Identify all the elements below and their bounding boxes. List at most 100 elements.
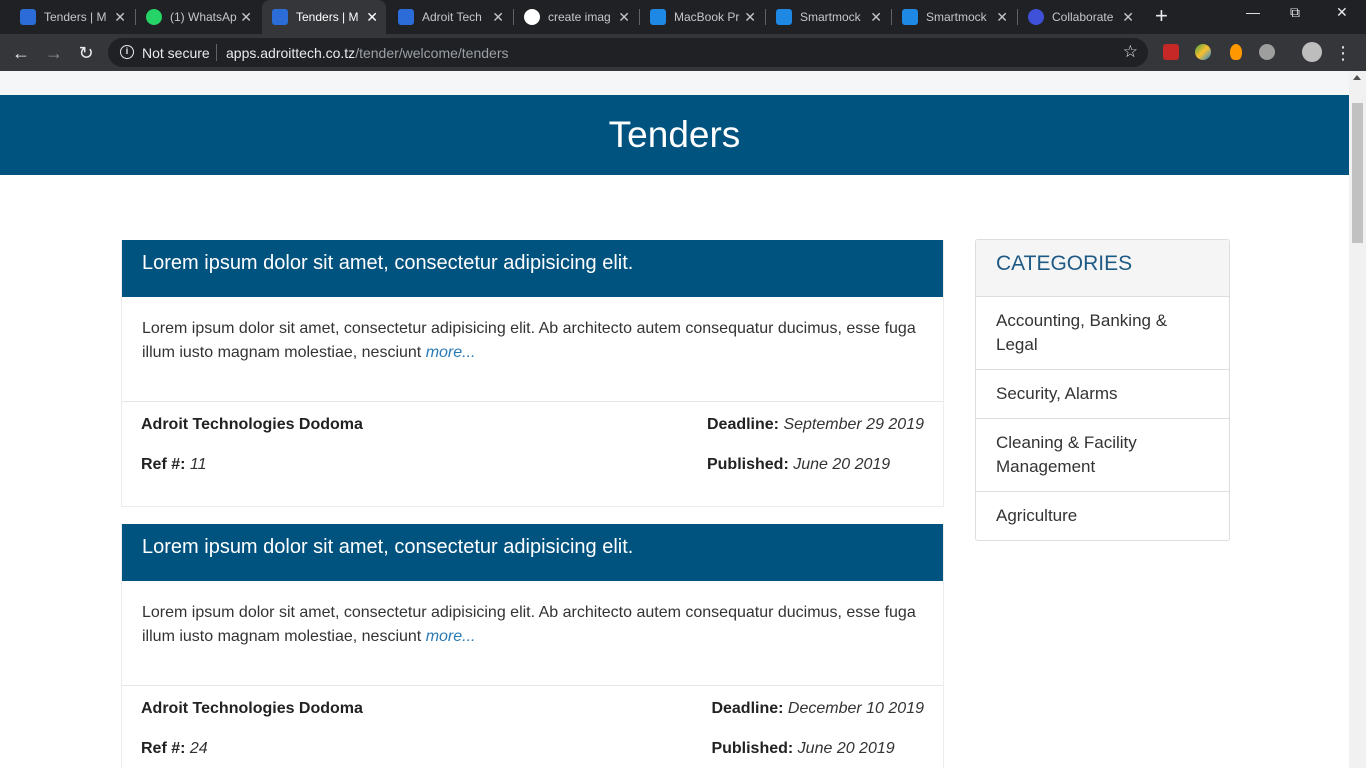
close-icon[interactable]: ✕ [240,9,252,26]
published-value: June 20 2019 [793,456,891,473]
tab-divider [891,9,892,25]
category-item[interactable]: Security, Alarms [976,370,1229,419]
browser-tab-active[interactable]: Tenders | M ✕ [262,0,386,34]
ref-value: 11 [189,456,207,473]
adroit-icon [398,9,414,25]
categories-panel: CATEGORIES Accounting, Banking & Legal S… [975,239,1230,541]
profile-avatar[interactable] [1302,42,1322,62]
category-item[interactable]: Accounting, Banking & Legal [976,297,1229,370]
tender-ref: Ref #: 24 [141,740,208,758]
scrollbar-thumb[interactable] [1352,103,1363,243]
tab-divider [1017,9,1018,25]
browser-tab[interactable]: Smartmock ✕ [768,0,890,34]
category-item[interactable]: Agriculture [976,492,1229,540]
published-value: June 20 2019 [797,740,895,757]
browser-tab[interactable]: create imag ✕ [516,0,638,34]
ref-label: Ref #: [141,456,186,473]
tender-published: Published: June 20 2019 [707,456,924,496]
category-item[interactable]: Cleaning & Facility Management [976,419,1229,492]
deadline-value: December 10 2019 [787,700,924,717]
security-status[interactable]: Not secure [142,45,210,61]
tender-card: Lorem ipsum dolor sit amet, consectetur … [121,240,944,507]
browser-tab[interactable]: MacBook Pr ✕ [642,0,764,34]
tab-divider [639,9,640,25]
browser-tab[interactable]: Adroit Tech ✕ [390,0,512,34]
ref-value: 24 [189,740,208,757]
tender-dates: Deadline: September 29 2019 Published: J… [707,416,924,496]
browser-tab-strip: Tenders | M ✕ (1) WhatsAp ✕ Tenders | M … [0,0,1366,34]
back-arrow-icon[interactable]: ← [10,42,32,64]
categories-heading: CATEGORIES [976,240,1229,297]
address-bar[interactable]: i Not secure apps.adroittech.co.tz/tende… [108,38,1148,67]
more-link[interactable]: more... [426,628,476,645]
tender-published: Published: June 20 2019 [711,740,924,768]
bookmark-star-icon[interactable]: ☆ [1123,42,1138,62]
page-banner: Tenders [0,95,1349,175]
smartmockups-icon [776,9,792,25]
published-label: Published: [711,740,794,757]
google-icon [524,9,540,25]
tab-divider [135,9,136,25]
info-icon[interactable]: i [120,45,134,59]
extension-icon[interactable] [1230,44,1242,60]
new-tab-button[interactable]: + [1155,5,1168,27]
omnibox-divider [216,44,217,61]
tab-divider [765,9,766,25]
forward-arrow-icon[interactable]: → [43,42,65,64]
tender-dates: Deadline: December 10 2019 Published: Ju… [711,700,924,768]
menu-dots-icon[interactable]: ⋮ [1332,42,1354,64]
close-icon[interactable]: ✕ [996,9,1008,26]
tender-summary: Lorem ipsum dolor sit amet, consectetur … [122,581,943,686]
url-host: apps.adroittech.co.tz [226,45,356,61]
page-scrollbar[interactable] [1349,71,1366,768]
deadline-value: September 29 2019 [783,416,924,433]
reload-icon[interactable]: ↻ [75,42,97,64]
adroit-icon [20,9,36,25]
browser-tab[interactable]: Tenders | M ✕ [12,0,134,34]
top-strip [0,71,1349,95]
more-link[interactable]: more... [426,344,476,361]
tender-ref: Ref #: 11 [141,456,207,474]
page-title: Tenders [608,114,741,155]
browser-toolbar: ← → ↻ i Not secure apps.adroittech.co.tz… [0,34,1366,71]
tender-card: Lorem ipsum dolor sit amet, consectetur … [121,524,944,768]
whatsapp-icon [146,9,162,25]
deadline-label: Deadline: [706,416,779,433]
url-text[interactable]: apps.adroittech.co.tz/tender/welcome/ten… [226,45,509,61]
url-path: /tender/welcome/tenders [355,45,509,61]
adroit-icon [272,9,288,25]
deadline-label: Deadline: [711,700,784,717]
window-close-button[interactable]: ✕ [1336,4,1348,21]
tender-deadline: Deadline: December 10 2019 [711,700,924,740]
close-icon[interactable]: ✕ [618,9,630,26]
close-icon[interactable]: ✕ [1122,9,1134,26]
close-icon[interactable]: ✕ [744,9,756,26]
tender-summary: Lorem ipsum dolor sit amet, consectetur … [122,297,943,402]
scroll-up-arrow-icon[interactable] [1353,75,1361,80]
grammarly-icon[interactable] [1259,44,1275,60]
color-extension-icon[interactable] [1195,44,1211,60]
tender-company: Adroit Technologies Dodoma [141,416,363,433]
close-icon[interactable]: ✕ [114,9,126,26]
tender-title[interactable]: Lorem ipsum dolor sit amet, consectetur … [122,240,943,297]
restore-button[interactable]: ⧉ [1290,4,1300,21]
smartmockups-icon [650,9,666,25]
ref-label: Ref #: [141,740,186,757]
tender-deadline: Deadline: September 29 2019 [707,416,924,456]
browser-tab[interactable]: Collaborate ✕ [1020,0,1142,34]
tender-details: Adroit Technologies Dodoma Ref #: 24 Dea… [122,686,943,768]
close-icon[interactable]: ✕ [870,9,882,26]
browser-tab[interactable]: (1) WhatsAp ✕ [138,0,260,34]
close-icon[interactable]: ✕ [366,9,378,26]
smartmockups-icon [902,9,918,25]
published-label: Published: [706,456,789,473]
tender-title[interactable]: Lorem ipsum dolor sit amet, consectetur … [122,524,943,581]
canva-icon [1028,9,1044,25]
minimize-button[interactable]: — [1246,4,1260,20]
close-icon[interactable]: ✕ [492,9,504,26]
tender-summary-text: Lorem ipsum dolor sit amet, consectetur … [142,320,916,361]
tender-company: Adroit Technologies Dodoma [141,700,363,717]
tab-divider [513,9,514,25]
browser-tab[interactable]: Smartmock ✕ [894,0,1016,34]
pdf-extension-icon[interactable] [1163,44,1179,60]
